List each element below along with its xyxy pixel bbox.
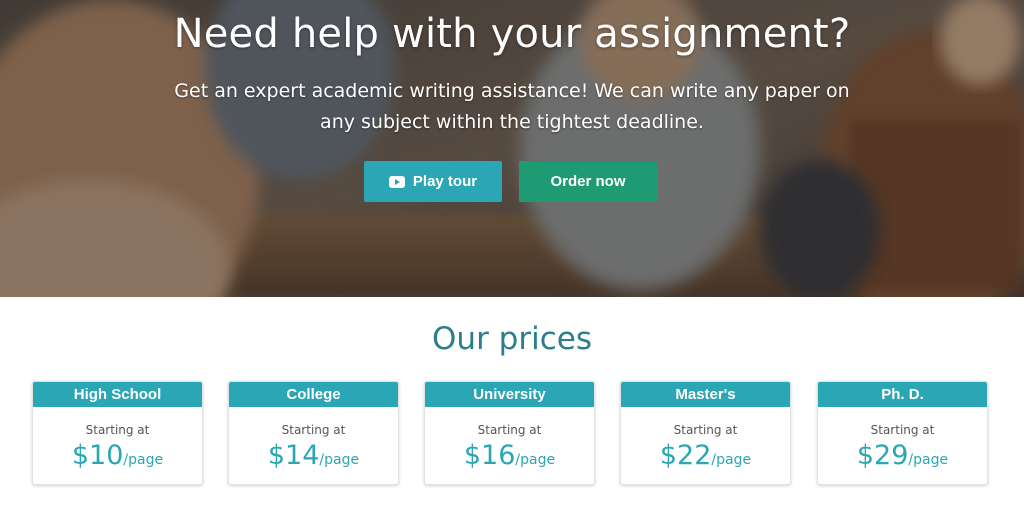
price-card-level: Master's: [621, 382, 790, 407]
price-card-starting-label: Starting at: [870, 423, 935, 437]
price-card-high-school[interactable]: High School Starting at $10/page: [32, 381, 203, 485]
price-unit: /page: [711, 452, 752, 468]
price-card-starting-label: Starting at: [281, 423, 346, 437]
order-now-button[interactable]: Order now: [519, 161, 657, 202]
price-card-level: High School: [33, 382, 202, 407]
prices-title: Our prices: [432, 321, 592, 357]
hero-title: Need help with your assignment?: [173, 11, 851, 57]
hero-buttons: Play tour Order now: [0, 161, 1024, 202]
price-card-phd[interactable]: Ph. D. Starting at $29/page: [817, 381, 988, 485]
order-now-label: Order now: [550, 173, 626, 190]
price-card-level: College: [229, 382, 398, 407]
price-card-level: Ph. D.: [818, 382, 987, 407]
price-card-amount: $29/page: [818, 440, 987, 476]
price-card-starting-label: Starting at: [477, 423, 542, 437]
price-unit: /page: [908, 452, 949, 468]
price-card-starting-label: Starting at: [85, 423, 150, 437]
price-card-amount: $16/page: [425, 440, 594, 476]
price-card-masters[interactable]: Master's Starting at $22/page: [620, 381, 791, 485]
price-unit: /page: [319, 452, 360, 468]
price-unit: /page: [123, 452, 164, 468]
hero-subtitle: Get an expert academic writing assistanc…: [174, 80, 850, 133]
price-value: $14: [267, 440, 320, 471]
price-card-amount: $14/page: [229, 440, 398, 476]
price-card-college[interactable]: College Starting at $14/page: [228, 381, 399, 485]
price-card-starting-label: Starting at: [673, 423, 738, 437]
price-value: $10: [71, 440, 124, 471]
hero-section: Need help with your assignment? Get an e…: [0, 0, 1024, 297]
price-value: $29: [856, 440, 909, 471]
hero-content: Need help with your assignment? Get an e…: [0, 0, 1024, 138]
price-value: $22: [659, 440, 712, 471]
price-unit: /page: [515, 452, 556, 468]
price-card-amount: $22/page: [621, 440, 790, 476]
play-tour-button[interactable]: Play tour: [364, 161, 502, 202]
play-tour-label: Play tour: [412, 173, 478, 190]
price-card-amount: $10/page: [33, 440, 202, 476]
prices-section: Our prices High School Starting at $10/p…: [0, 297, 1024, 514]
price-card-university[interactable]: University Starting at $16/page: [424, 381, 595, 485]
play-video-icon: [388, 175, 405, 188]
price-value: $16: [463, 440, 516, 471]
price-card-level: University: [425, 382, 594, 407]
